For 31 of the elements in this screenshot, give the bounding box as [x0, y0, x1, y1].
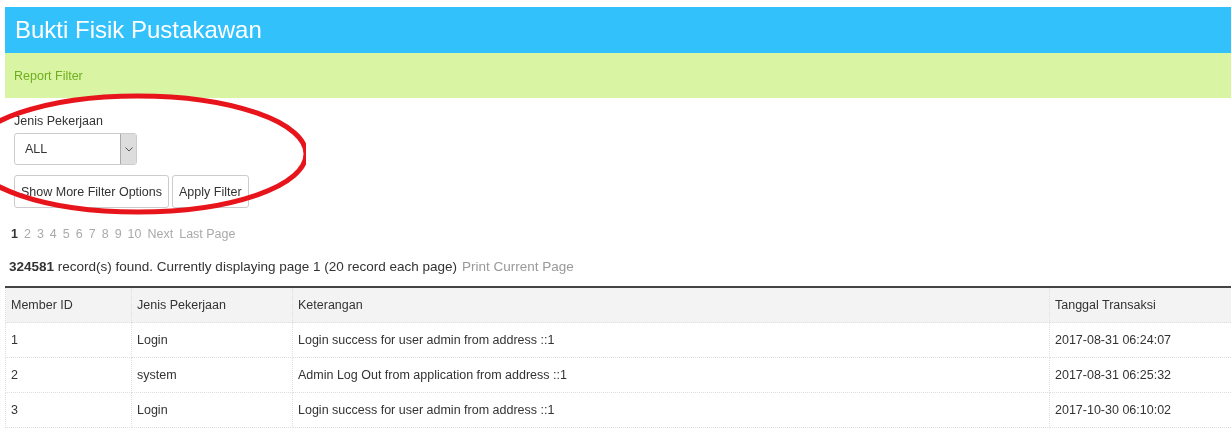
- filter-bar-label: Report Filter: [14, 68, 83, 83]
- table-cell: 2: [5, 357, 132, 393]
- field-label: Jenis Pekerjaan: [14, 114, 103, 128]
- table-cell: Login: [131, 392, 293, 428]
- print-link[interactable]: Print Current Page: [462, 259, 574, 274]
- table-cell: Login success for user admin from address ::1: [292, 392, 1050, 428]
- table-cell: Admin Log Out from application from address ::1: [292, 357, 1050, 393]
- column-header: Keterangan: [292, 287, 1050, 323]
- page-link[interactable]: Next: [147, 227, 174, 241]
- page-link[interactable]: 1: [11, 227, 18, 241]
- table-cell: 3: [5, 392, 132, 428]
- table-cell: system: [131, 357, 293, 393]
- page-link[interactable]: 10: [127, 227, 142, 241]
- column-header: Member ID: [5, 287, 132, 323]
- dropdown-field[interactable]: ALL: [14, 133, 137, 165]
- page-link[interactable]: 5: [62, 227, 70, 241]
- page-link[interactable]: 3: [36, 227, 44, 241]
- page-link[interactable]: 2: [23, 227, 31, 241]
- table-cell: Login success for user admin from address ::1: [292, 322, 1050, 358]
- record-summary: 324581 record(s) found. Currently displaying page 1 (20 record each page): [9, 259, 458, 274]
- page-title: Bukti Fisik Pustakawan: [15, 16, 262, 44]
- page-link[interactable]: 6: [75, 227, 83, 241]
- table-cell: 1: [5, 322, 132, 358]
- page-link[interactable]: Last Page: [179, 227, 236, 241]
- page-link[interactable]: 4: [49, 227, 57, 241]
- page-link[interactable]: 7: [88, 227, 96, 241]
- page-link[interactable]: 8: [101, 227, 109, 241]
- column-header: Jenis Pekerjaan: [131, 287, 293, 323]
- table-cell: Login: [131, 322, 293, 358]
- caret-icon: [124, 146, 133, 152]
- page-link[interactable]: 9: [114, 227, 122, 241]
